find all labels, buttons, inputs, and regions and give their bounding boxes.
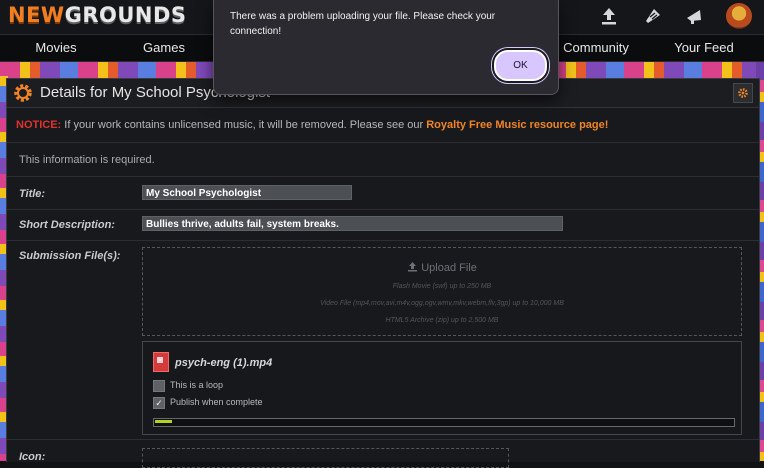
upload-dropzone[interactable]: Upload File Flash Movie (swf) up to 250 … — [142, 247, 742, 336]
logo-prefix: NEW — [8, 3, 65, 27]
details-panel: Details for My School Psychologist NOTIC… — [6, 78, 760, 468]
notice-label: NOTICE: — [16, 119, 62, 131]
upload-error-dialog: There was a problem uploading your file.… — [213, 0, 559, 95]
upload-progress-fill — [155, 420, 173, 423]
logo-suffix: GROUNDS — [64, 3, 187, 27]
nav-your-feed[interactable]: Your Feed — [644, 35, 764, 61]
divider — [7, 209, 759, 210]
royalty-free-music-link[interactable]: Royalty Free Music resource page! — [426, 119, 608, 131]
title-input[interactable]: My School Psychologist — [142, 185, 352, 200]
publish-checkbox-label: Publish when complete — [170, 397, 263, 407]
notice-text: If your work contains unlicensed music, … — [61, 119, 427, 131]
panel-settings-button[interactable] — [733, 83, 753, 103]
notifications-icon[interactable] — [683, 4, 707, 28]
loop-checkbox-label: This is a loop — [170, 380, 224, 390]
upload-icon[interactable] — [597, 4, 621, 28]
site-logo[interactable]: NEWGROUNDS — [8, 3, 187, 27]
settings-gear-icon — [14, 84, 32, 102]
broadcast-icon[interactable] — [641, 4, 665, 28]
upload-format-html5: HTML5 Archive (zip) up to 2,500 MB — [385, 317, 499, 324]
upload-format-flash: Flash Movie (swf) up to 250 MB — [392, 283, 492, 290]
nav-movies[interactable]: Movies — [0, 35, 112, 61]
nav-community[interactable]: Community — [548, 35, 644, 61]
ok-button[interactable]: OK — [494, 50, 547, 81]
divider — [7, 176, 759, 177]
short-description-label: Short Description: — [19, 219, 115, 231]
uploaded-file-box: psych-eng (1).mp4 This is a loop ✓ Publi… — [142, 341, 742, 435]
video-file-icon — [153, 352, 169, 372]
upload-progress-bar — [153, 418, 735, 427]
upload-format-video: Video File (mp4,mov,avi,m4v,ogg,ogv,wmv,… — [320, 300, 564, 307]
dialog-message: There was a problem uploading your file.… — [230, 11, 496, 37]
publish-checkbox[interactable]: ✓ — [153, 397, 165, 409]
required-info-text: This information is required. — [19, 154, 155, 166]
divider — [7, 142, 759, 143]
loop-checkbox[interactable] — [153, 380, 165, 392]
gear-icon — [738, 88, 748, 98]
divider — [7, 240, 759, 241]
divider — [7, 439, 759, 440]
upload-file-button[interactable]: Upload File — [143, 261, 741, 274]
title-label: Title: — [19, 188, 46, 200]
nav-games[interactable]: Games — [112, 35, 216, 61]
icon-label: Icon: — [19, 451, 46, 463]
icon-upload-dropzone[interactable] — [142, 448, 509, 468]
submission-files-label: Submission File(s): — [19, 250, 121, 262]
user-avatar[interactable] — [726, 3, 752, 29]
file-name: psych-eng (1).mp4 — [175, 357, 273, 369]
short-description-input[interactable]: Bullies thrive, adults fail, system brea… — [142, 216, 563, 231]
upload-icon — [408, 262, 418, 272]
music-notice: NOTICE: If your work contains unlicensed… — [16, 119, 608, 131]
upload-file-label: Upload File — [421, 262, 477, 274]
